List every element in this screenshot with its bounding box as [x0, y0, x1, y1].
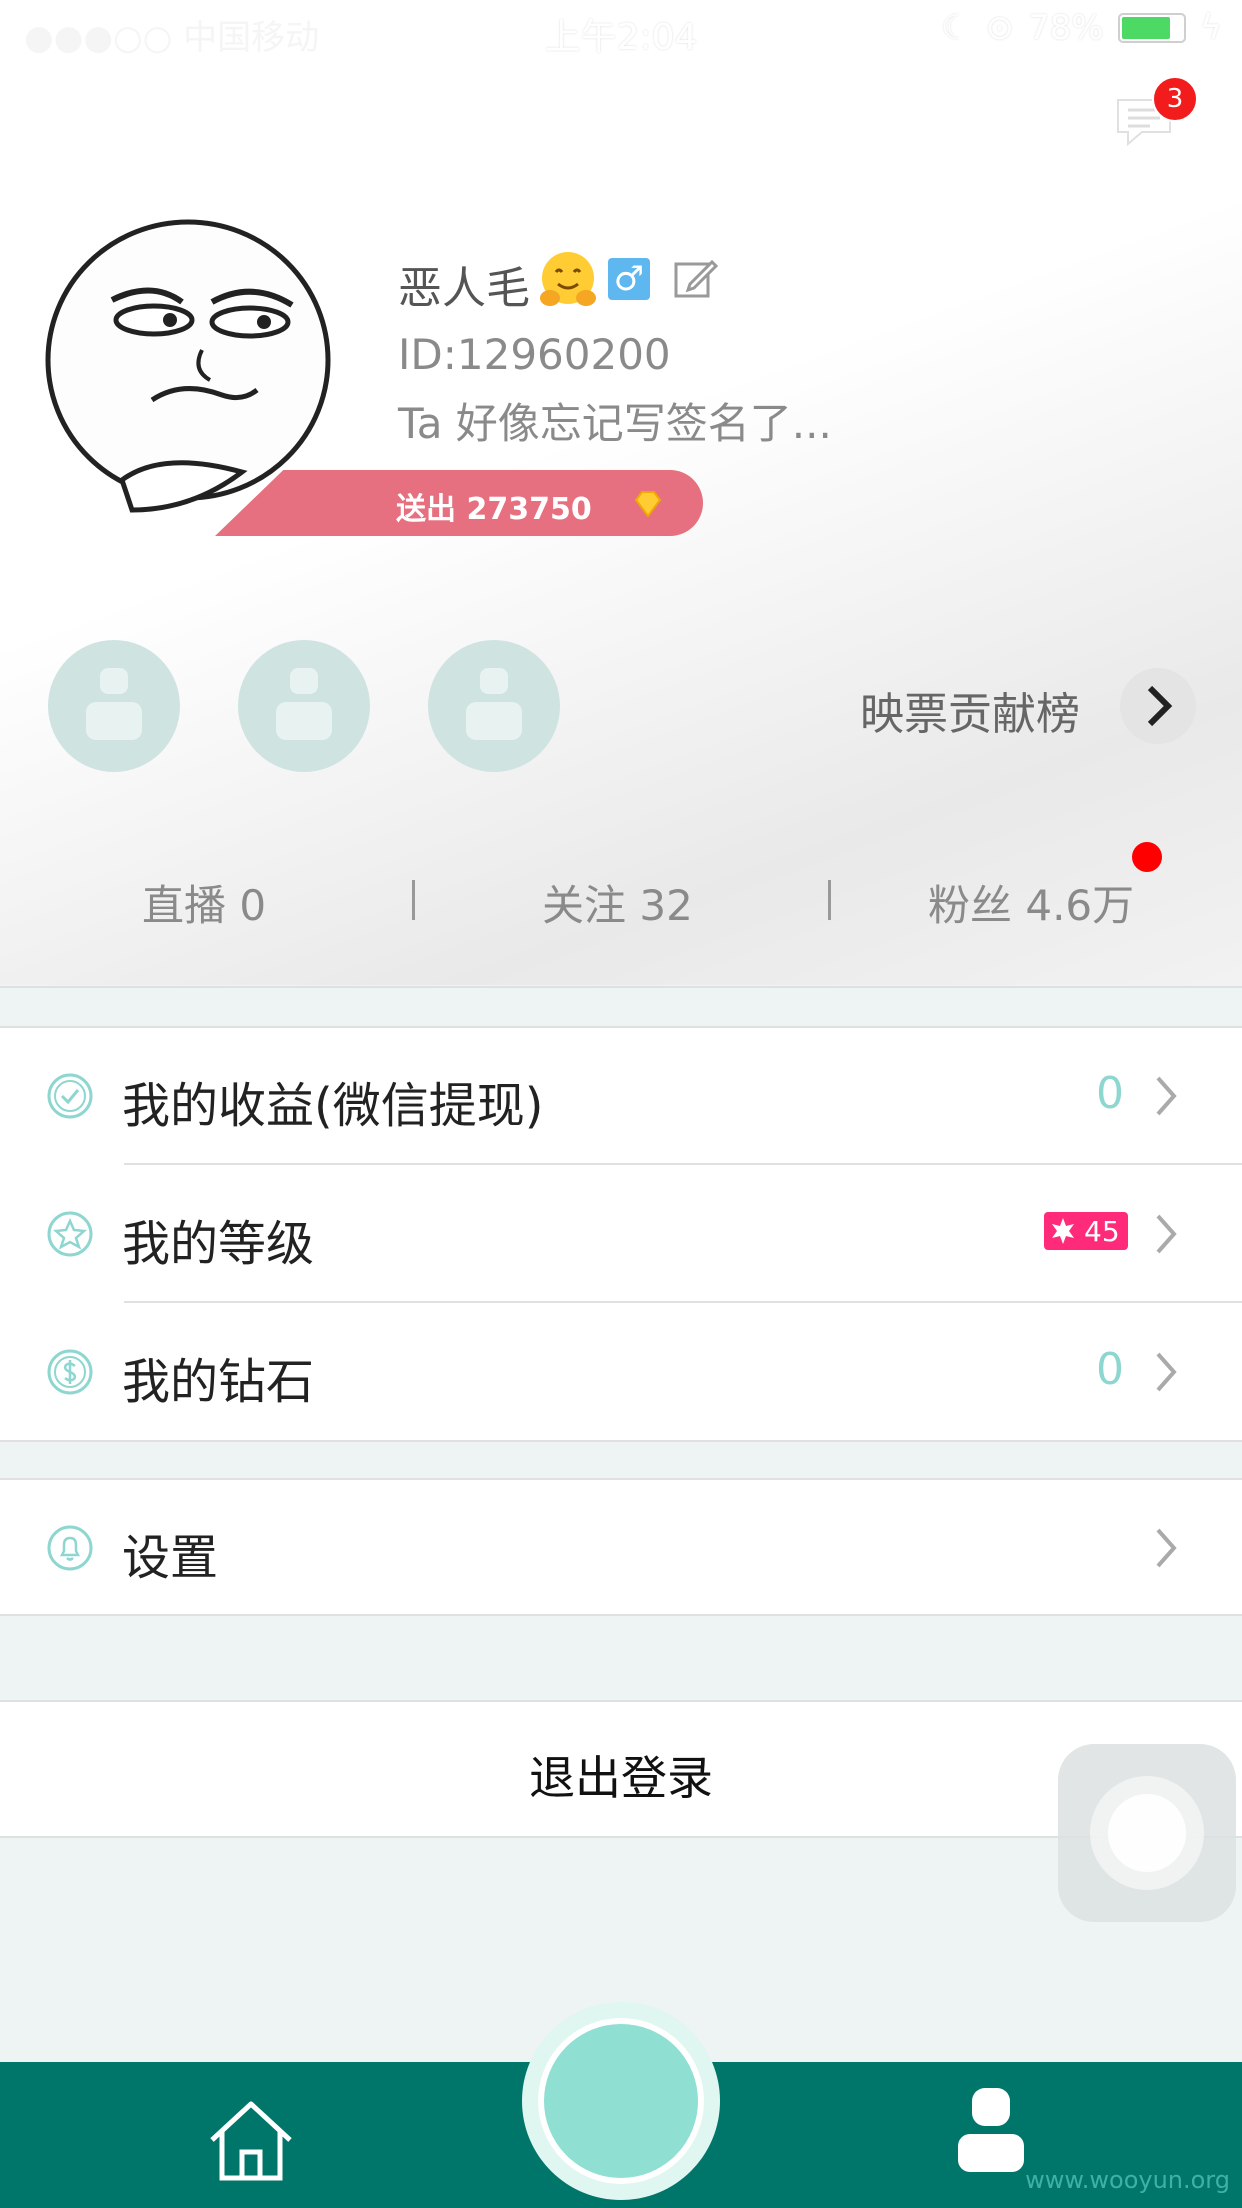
level-value: 45 — [1084, 1215, 1120, 1248]
male-gender-icon: ♂ — [608, 258, 650, 300]
notification-dot — [1132, 842, 1162, 872]
home-icon[interactable] — [206, 2098, 296, 2188]
section-divider — [0, 986, 1242, 988]
row-divider — [124, 1301, 1242, 1303]
stat-divider — [412, 880, 415, 920]
contributor-avatar-2[interactable] — [238, 640, 370, 772]
profile-icon[interactable] — [956, 2086, 1026, 2180]
chevron-right-icon — [1152, 1350, 1180, 1398]
signature: Ta 好像忘记写签名了... — [398, 399, 832, 448]
menu-diamonds[interactable]: 我的钻石 0 — [0, 1304, 1242, 1438]
status-bar: ●●●○○ 中国移动 上午2:04 ☾ ⊙ 78% ϟ — [0, 0, 1242, 60]
edit-icon[interactable] — [672, 256, 719, 306]
contributor-avatar-1[interactable] — [48, 640, 180, 772]
battery-icon — [1117, 13, 1186, 43]
gift-sent-label: 送出 273750 — [396, 492, 592, 527]
assistive-touch-button[interactable] — [1058, 1744, 1236, 1922]
chevron-right-icon — [1152, 1212, 1180, 1260]
check-circle-icon — [46, 1072, 94, 1120]
stat-divider — [828, 880, 831, 920]
menu-settings[interactable]: 设置 — [0, 1478, 1242, 1616]
stat-following[interactable]: 关注 32 — [542, 872, 693, 933]
stat-fans[interactable]: 粉丝 4.6万 — [928, 872, 1134, 933]
menu-level-label: 我的等级 — [122, 1216, 315, 1272]
logout-label: 退出登录 — [529, 1751, 713, 1805]
moon-icon: ☾ — [941, 8, 972, 48]
logout-button[interactable]: 退出登录 — [0, 1700, 1242, 1838]
hugging-emoji-icon — [538, 250, 598, 314]
star-circle-icon — [46, 1210, 94, 1258]
chevron-right-icon — [1152, 1526, 1180, 1574]
stats-bar: 直播 0 关注 32 粉丝 4.6万 — [0, 860, 1242, 940]
bell-icon — [46, 1524, 94, 1572]
record-button[interactable] — [522, 2002, 720, 2200]
diamonds-value: 0 — [1096, 1344, 1124, 1395]
dollar-circle-icon — [46, 1348, 94, 1396]
watermark: www.wooyun.org — [1025, 2166, 1230, 2194]
stat-live[interactable]: 直播 0 — [142, 872, 266, 933]
row-divider — [124, 1163, 1242, 1165]
user-id: ID:12960200 — [398, 330, 671, 379]
battery-percent: 78% — [1027, 8, 1104, 48]
settings-label: 设置 — [122, 1530, 219, 1586]
chevron-right-icon[interactable] — [1120, 668, 1196, 744]
nickname: 恶人毛 — [398, 263, 530, 314]
earnings-value: 0 — [1096, 1068, 1124, 1119]
menu-earnings-label: 我的收益(微信提现) — [122, 1078, 544, 1134]
diamond-icon — [632, 490, 664, 522]
menu-earnings[interactable]: 我的收益(微信提现) 0 — [0, 1028, 1242, 1164]
message-badge: 3 — [1152, 76, 1198, 122]
menu-level[interactable]: 我的等级 45 — [0, 1166, 1242, 1302]
menu-diamonds-label: 我的钻石 — [122, 1354, 315, 1410]
rotation-lock-icon: ⊙ — [985, 8, 1014, 48]
charging-icon: ϟ — [1199, 8, 1222, 48]
contribution-ranking-label[interactable]: 映票贡献榜 — [860, 678, 1080, 742]
contributor-avatar-3[interactable] — [428, 640, 560, 772]
level-badge: 45 — [1044, 1212, 1128, 1250]
chevron-right-icon — [1152, 1074, 1180, 1122]
status-right: ☾ ⊙ 78% ϟ — [941, 8, 1222, 48]
